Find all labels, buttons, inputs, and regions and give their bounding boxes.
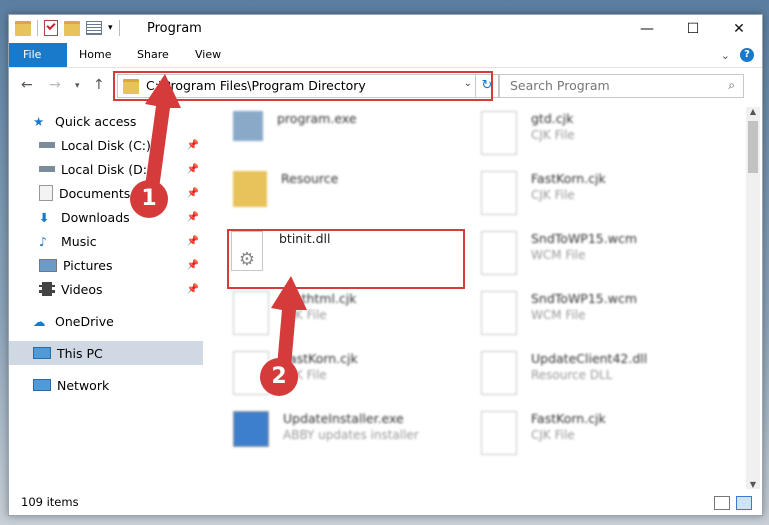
arrow-1	[144, 74, 181, 196]
annotation-arrows	[144, 74, 307, 378]
step-marker-2: 2	[260, 358, 298, 396]
step-marker-1: 1	[130, 180, 168, 218]
